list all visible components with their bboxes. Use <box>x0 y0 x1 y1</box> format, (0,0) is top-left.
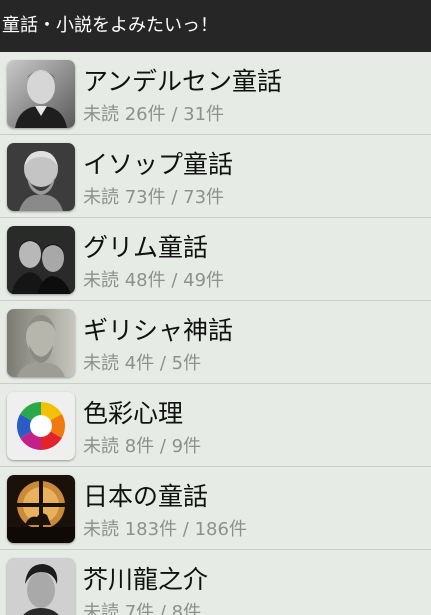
item-title: グリム童話 <box>83 233 209 262</box>
category-list: アンデルセン童話 未読 26件 / 31件 イソップ童話 未読 73件 / 73… <box>0 52 431 615</box>
item-title: アンデルセン童話 <box>83 67 283 96</box>
list-item-aesop[interactable]: イソップ童話 未読 73件 / 73件 <box>0 135 431 218</box>
portrait-grimm-icon <box>7 226 75 294</box>
list-item-greek-myth[interactable]: ギリシャ神話 未読 4件 / 5件 <box>0 301 431 384</box>
list-item-akutagawa[interactable]: 芥川龍之介 未読 7件 / 8件 <box>0 550 431 615</box>
unread-count: 未読 8件 / 9件 <box>83 436 202 457</box>
unread-count: 未読 4件 / 5件 <box>83 353 202 374</box>
unread-count: 未読 26件 / 31件 <box>83 104 225 125</box>
unread-count: 未読 7件 / 8件 <box>83 602 202 615</box>
portrait-akutagawa-icon <box>7 558 75 615</box>
bust-aesop-icon <box>7 143 75 211</box>
list-item-color-psychology[interactable]: 色彩心理 未読 8件 / 9件 <box>0 384 431 467</box>
portrait-andersen-icon <box>7 60 75 128</box>
item-title: 日本の童話 <box>83 482 209 511</box>
item-title: ギリシャ神話 <box>83 316 234 345</box>
unread-count: 未読 73件 / 73件 <box>83 187 225 208</box>
item-title: イソップ童話 <box>83 150 234 179</box>
item-title: 色彩心理 <box>83 399 184 428</box>
list-item-andersen[interactable]: アンデルセン童話 未読 26件 / 31件 <box>0 52 431 135</box>
silhouette-window-icon <box>7 475 75 543</box>
app-title-bar: 童話・小説をよみたいっ！ <box>0 0 431 52</box>
statue-greek-icon <box>7 309 75 377</box>
list-item-grimm[interactable]: グリム童話 未読 48件 / 49件 <box>0 218 431 301</box>
color-wheel-icon <box>7 392 75 460</box>
app-title: 童話・小説をよみたいっ！ <box>2 15 218 36</box>
list-item-japanese-tales[interactable]: 日本の童話 未読 183件 / 186件 <box>0 467 431 550</box>
unread-count: 未読 48件 / 49件 <box>83 270 225 291</box>
unread-count: 未読 183件 / 186件 <box>83 519 247 540</box>
item-title: 芥川龍之介 <box>83 565 209 594</box>
